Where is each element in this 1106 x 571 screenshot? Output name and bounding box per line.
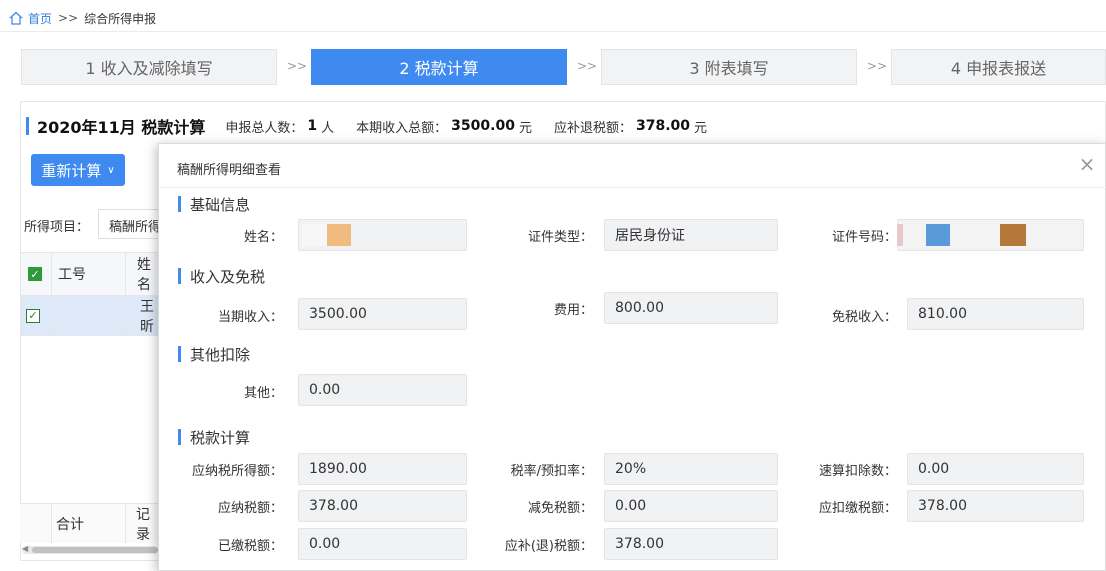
other-field: 0.00	[298, 374, 467, 406]
section-marker	[178, 346, 181, 362]
recalculate-button-label: 重新计算	[41, 161, 102, 180]
check-icon: ✓	[28, 267, 42, 281]
breadcrumb: 首页 >> 综合所得申报	[8, 8, 156, 28]
tax-withheld-label: 应扣缴税额：	[818, 500, 897, 516]
scrollbar-thumb[interactable]	[32, 547, 158, 553]
other-label: 其他：	[243, 385, 283, 401]
step-arrow: >>	[577, 59, 598, 73]
current-income-label: 当期收入：	[217, 309, 283, 325]
tax-refund-label: 应补退税额：	[553, 120, 632, 136]
section-tax-calculation: 税款计算	[178, 427, 250, 447]
declarant-count-label: 申报总人数：	[225, 120, 304, 136]
column-divider	[51, 252, 52, 336]
column-header-name[interactable]: 姓名	[137, 253, 160, 295]
total-income-value: 3500.00	[451, 118, 515, 134]
tax-refund-field: 378.00	[604, 528, 778, 560]
horizontal-scrollbar[interactable]: ◀	[22, 544, 158, 554]
income-item-label: 所得项目：	[24, 220, 90, 235]
tax-refund-value: 378.00	[635, 118, 690, 134]
chevron-down-icon: ∨	[107, 164, 115, 176]
column-divider	[51, 503, 52, 543]
section-title: 其他扣除	[190, 345, 251, 364]
cost-label: 费用：	[553, 302, 593, 318]
step-arrow: >>	[867, 59, 888, 73]
tax-refund-unit: 元	[694, 120, 708, 136]
section-title: 收入及免税	[190, 267, 266, 286]
tax-paid-label: 已缴税额：	[217, 538, 283, 554]
royalty-income-detail-dialog: 稿酬所得明细查看 × 基础信息 姓名： 证件类型： 居民身份证 证件号码： 收入…	[158, 143, 1106, 571]
declarant-count-unit: 人	[321, 120, 335, 136]
quick-deduction-label: 速算扣除数：	[818, 463, 897, 479]
home-icon[interactable]	[8, 10, 24, 26]
footer-records-label: 记录	[136, 506, 150, 543]
column-divider	[125, 503, 126, 543]
tax-reduction-field: 0.00	[604, 490, 778, 522]
total-income-label: 本期收入总额：	[356, 120, 448, 136]
column-header-id[interactable]: 工号	[58, 253, 86, 295]
breadcrumb-separator: >>	[58, 11, 79, 25]
close-icon[interactable]: ×	[1077, 154, 1097, 174]
step-income-deduction[interactable]: 1 收入及减除填写	[21, 49, 277, 85]
name-label: 姓名：	[243, 229, 283, 245]
section-income-exemption: 收入及免税	[178, 266, 265, 286]
tax-rate-field: 20%	[604, 453, 778, 485]
row-name-cell: 王昕	[140, 298, 154, 335]
header-divider	[0, 31, 1106, 32]
current-income-field: 3500.00	[298, 298, 467, 330]
breadcrumb-current: 综合所得申报	[84, 11, 157, 26]
taxable-income-field: 1890.00	[298, 453, 467, 485]
id-type-field: 居民身份证	[604, 219, 778, 251]
total-income-unit: 元	[518, 120, 532, 136]
tax-paid-field: 0.00	[298, 528, 467, 560]
recalculate-button[interactable]: 重新计算 ∨	[31, 154, 125, 186]
section-marker	[178, 196, 181, 212]
section-title: 税款计算	[190, 428, 251, 447]
breadcrumb-home-link[interactable]: 首页	[28, 10, 52, 27]
table-row[interactable]: ✓ 王昕	[20, 296, 160, 336]
redacted-id	[897, 224, 903, 246]
id-number-label: 证件号码：	[831, 229, 897, 245]
id-type-label: 证件类型：	[527, 229, 593, 245]
redacted-id	[1000, 224, 1026, 246]
step-attachments[interactable]: 3 附表填写	[601, 49, 857, 85]
section-marker	[26, 117, 29, 135]
tax-refund-label: 应补(退)税额：	[504, 538, 593, 554]
step-arrow: >>	[287, 59, 308, 73]
tax-rate-label: 税率/预扣率：	[510, 463, 593, 479]
table-header: ✓ 工号 姓名	[20, 252, 160, 296]
scroll-left-icon[interactable]: ◀	[22, 544, 28, 553]
tax-exempt-income-field: 810.00	[907, 298, 1084, 330]
page-title: 2020年11月 税款计算	[37, 118, 206, 137]
section-marker	[178, 429, 181, 445]
section-basic-info: 基础信息	[178, 194, 250, 214]
tax-exempt-income-label: 免税收入：	[831, 309, 897, 325]
section-other-deductions: 其他扣除	[178, 344, 250, 364]
footer-total-label: 合计	[56, 516, 84, 533]
tax-reduction-label: 减免税额：	[527, 500, 593, 516]
check-icon: ✓	[26, 308, 40, 323]
row-checkbox[interactable]: ✓	[26, 296, 40, 335]
dialog-header: 稿酬所得明细查看 ×	[159, 144, 1106, 188]
quick-deduction-field: 0.00	[907, 453, 1084, 485]
summary-bar: 2020年11月 税款计算 申报总人数： 1 人 本期收入总额： 3500.00…	[26, 114, 729, 138]
tax-payable-field: 378.00	[298, 490, 467, 522]
table-border	[20, 252, 21, 544]
step-submit-report[interactable]: 4 申报表报送	[891, 49, 1106, 85]
section-title: 基础信息	[190, 195, 251, 214]
table-footer: 合计 记录	[20, 503, 160, 543]
taxable-income-label: 应纳税所得额：	[191, 463, 283, 479]
redacted-name	[302, 224, 327, 246]
redacted-id	[926, 224, 950, 246]
step-tax-calculation[interactable]: 2 税款计算	[311, 49, 567, 85]
declarant-count-value: 1	[307, 118, 318, 134]
tax-withheld-field: 378.00	[907, 490, 1084, 522]
dialog-title: 稿酬所得明细查看	[177, 163, 282, 178]
cost-field: 800.00	[604, 292, 778, 324]
redacted-name	[327, 224, 351, 246]
select-all-checkbox[interactable]: ✓	[28, 253, 42, 295]
section-marker	[178, 268, 181, 284]
tax-payable-label: 应纳税额：	[217, 500, 283, 516]
column-divider	[125, 252, 126, 336]
